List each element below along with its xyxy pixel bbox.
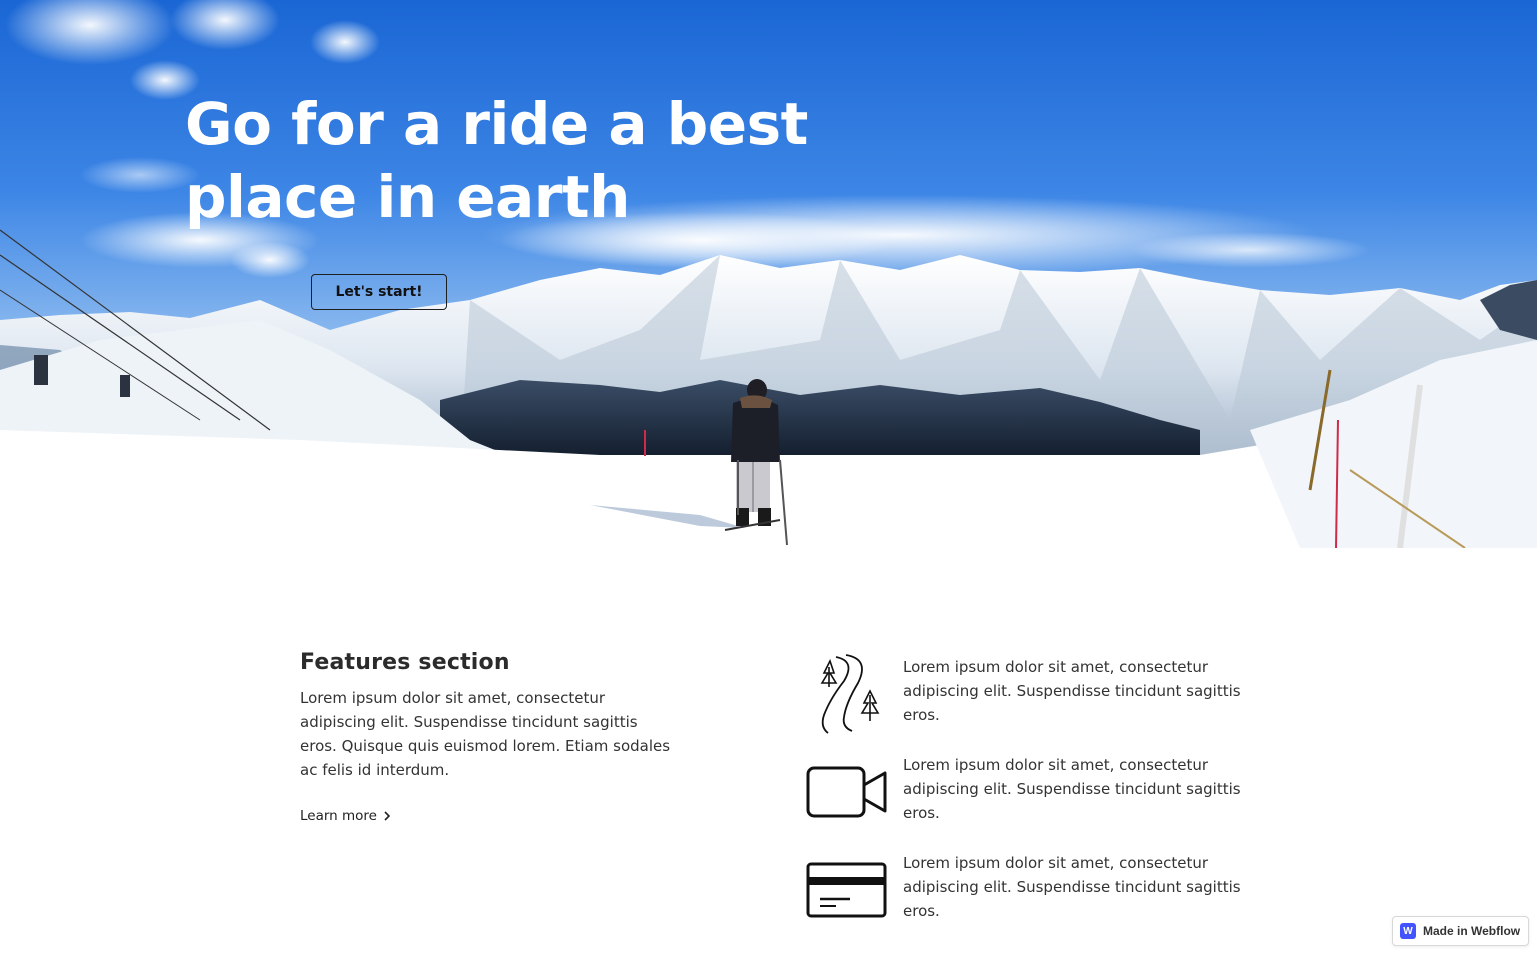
features-description: Lorem ipsum dolor sit amet, consectetur …: [300, 689, 671, 779]
lets-start-button[interactable]: Let's start!: [311, 274, 447, 310]
hero-section: Go for a ride a best place in earth Let'…: [0, 0, 1537, 548]
credit-card-icon: [806, 862, 887, 918]
learn-more-link[interactable]: Learn more: [300, 808, 391, 824]
features-intro: Features section Lorem ipsum dolor sit a…: [300, 648, 680, 782]
chevron-right-icon: [384, 811, 391, 821]
badge-label: Made in Webflow: [1423, 924, 1521, 938]
hero-title-line-1: Go for a ride a best: [185, 90, 808, 158]
hero-title: Go for a ride a best place in earth: [185, 88, 825, 234]
feature-item: Lorem ipsum dolor sit amet, consectetur …: [806, 849, 1256, 939]
feature-text: Lorem ipsum dolor sit amet, consectetur …: [903, 658, 1241, 724]
hero-title-line-2: place in earth: [185, 163, 630, 231]
ski-trail-icon: [820, 654, 880, 734]
hero-background-image: [0, 0, 1537, 548]
features-title: Features section: [300, 650, 510, 675]
feature-item: Lorem ipsum dolor sit amet, consectetur …: [806, 751, 1256, 841]
feature-item: Lorem ipsum dolor sit amet, consectetur …: [806, 653, 1256, 743]
video-camera-icon: [806, 766, 887, 818]
feature-text: Lorem ipsum dolor sit amet, consectetur …: [903, 756, 1241, 822]
learn-more-label: Learn more: [300, 808, 377, 824]
made-in-webflow-badge[interactable]: W Made in Webflow: [1392, 916, 1529, 946]
feature-text: Lorem ipsum dolor sit amet, consectetur …: [903, 854, 1241, 920]
webflow-logo-icon: W: [1400, 923, 1416, 939]
